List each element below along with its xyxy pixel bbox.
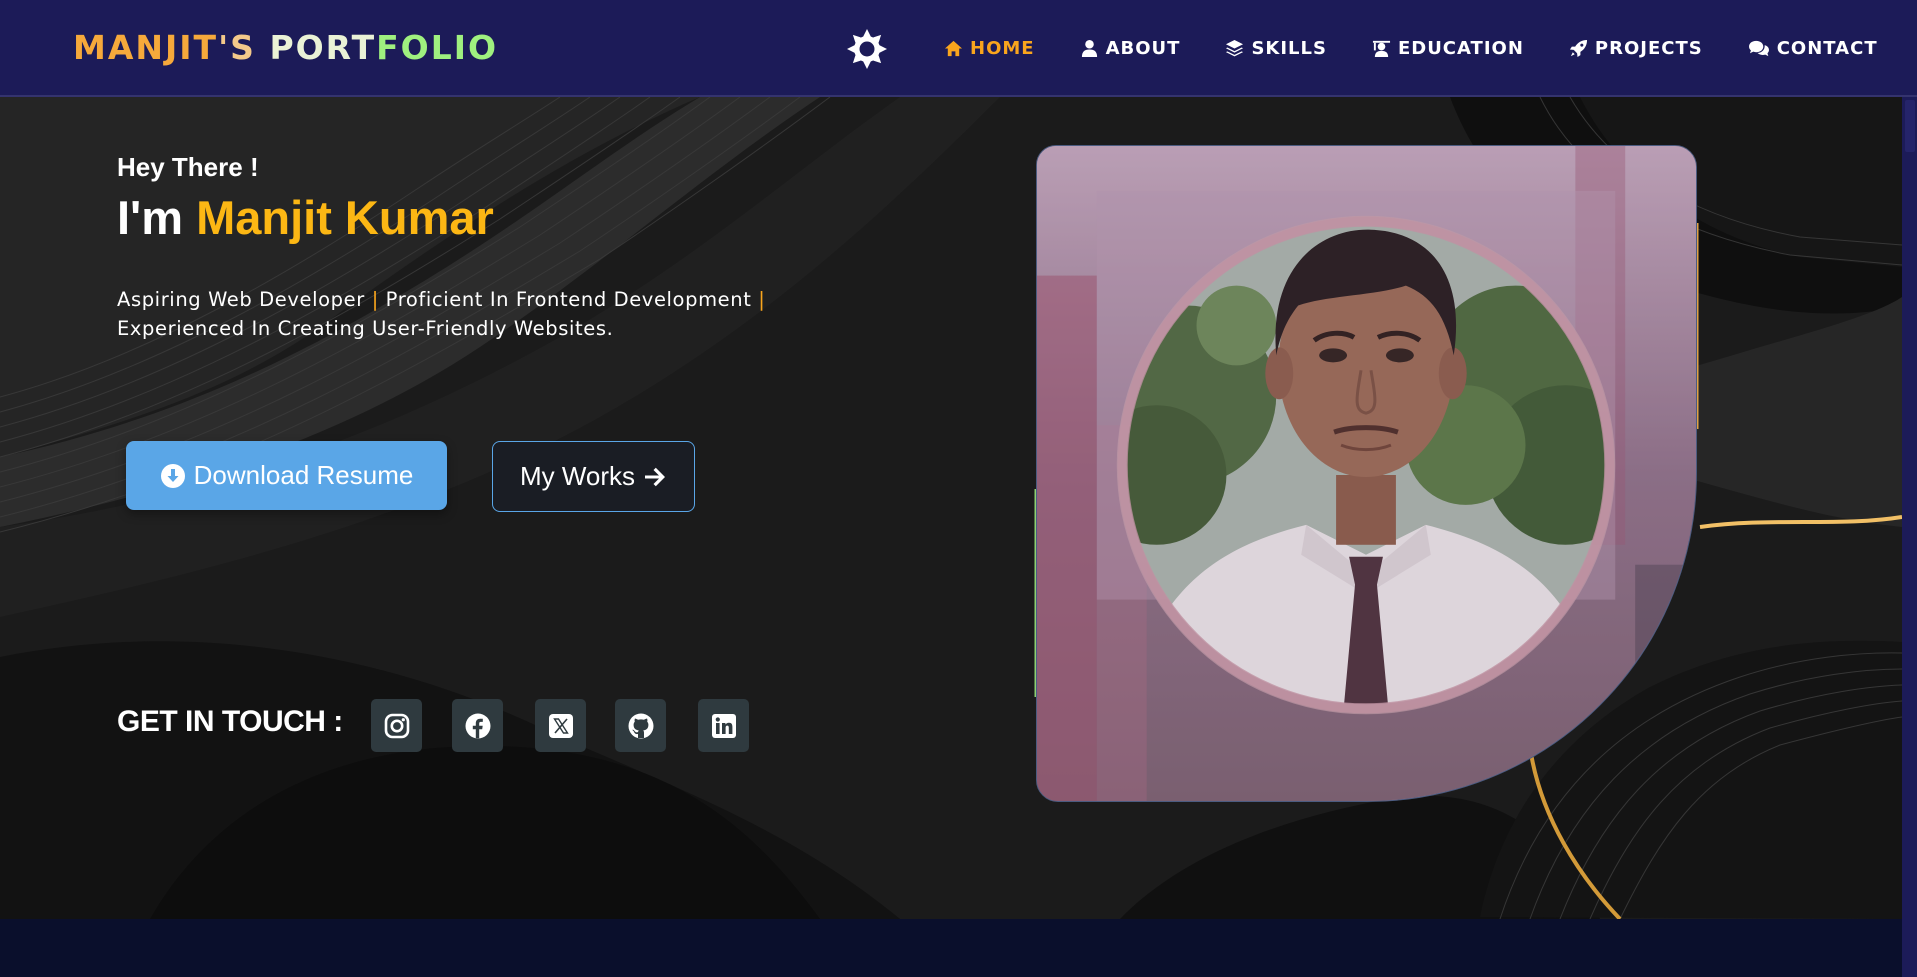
nav-item-contact[interactable]: CONTACT [1748, 38, 1878, 59]
nav-item-label: HOME [970, 38, 1035, 59]
nav-item-label: PROJECTS [1594, 38, 1703, 59]
linkedin-icon [711, 713, 736, 738]
brand-part: MANJIT [73, 28, 219, 67]
brand-logo[interactable]: MANJIT'S PORTFOLIO [73, 28, 498, 67]
nav-item-skills[interactable]: SKILLS [1225, 38, 1327, 59]
nav-item-education[interactable]: EDUCATION [1372, 38, 1524, 59]
next-section-strip [0, 919, 1917, 977]
instagram-icon [384, 713, 409, 738]
scrollbar[interactable] [1902, 97, 1917, 977]
navbar: MANJIT'S PORTFOLIO HOME ABOUT SKILLS EDU… [0, 0, 1917, 97]
nav-item-projects[interactable]: PROJECTS [1569, 38, 1703, 59]
nav-item-home[interactable]: HOME [944, 38, 1035, 59]
download-resume-label: Download Resume [193, 460, 414, 490]
profile-photo-illustration [1037, 146, 1696, 801]
tagline-separator: | [371, 288, 379, 311]
graduation-icon [1372, 40, 1391, 58]
hero-tagline: Aspiring Web Developer | Proficient In F… [117, 285, 837, 343]
nav-links: HOME ABOUT SKILLS EDUCATION PROJECTS CON… [944, 0, 1917, 97]
facebook-link[interactable] [452, 699, 503, 752]
hero-section: Hey There ! I'm Manjit Kumar Aspiring We… [0, 97, 1902, 919]
brand-part: 'S [218, 28, 270, 67]
nav-item-about[interactable]: ABOUT [1080, 38, 1181, 59]
nav-item-label: CONTACT [1776, 38, 1878, 59]
github-icon [628, 713, 653, 738]
x-twitter-icon [548, 713, 573, 738]
brand-part: PORT [269, 28, 377, 67]
tagline-part: Experienced In Creating User-Friendly We… [117, 317, 614, 340]
user-icon [1081, 39, 1097, 58]
brand-part: FOLIO [376, 28, 499, 67]
x-twitter-link[interactable] [535, 699, 586, 752]
nav-item-label: ABOUT [1105, 38, 1181, 59]
name-prefix: I'm [117, 191, 197, 244]
profile-photo [1036, 145, 1697, 802]
scrollbar-thumb[interactable] [1905, 100, 1915, 152]
home-icon [944, 40, 963, 57]
theme-toggle-button[interactable] [846, 28, 888, 70]
linkedin-link[interactable] [698, 699, 749, 752]
my-works-label: My Works [519, 461, 636, 491]
download-circle-icon [160, 463, 185, 488]
my-works-button[interactable]: My Works [492, 441, 695, 512]
github-link[interactable] [615, 699, 666, 752]
nav-item-label: EDUCATION [1397, 38, 1524, 59]
instagram-link[interactable] [371, 699, 422, 752]
tagline-part: Aspiring Web Developer [117, 288, 365, 311]
hero-name: I'm Manjit Kumar [117, 190, 494, 245]
tagline-separator: | [758, 288, 766, 311]
rocket-icon [1569, 39, 1587, 58]
arrow-right-icon [645, 467, 666, 486]
comments-icon [1748, 40, 1769, 57]
get-in-touch-label: GET IN TOUCH : [117, 705, 343, 738]
download-resume-button[interactable]: Download Resume [126, 441, 447, 510]
name-highlight: Manjit Kumar [196, 191, 494, 244]
tagline-part: Proficient In Frontend Development [385, 288, 752, 311]
sun-gear-icon [847, 29, 887, 69]
facebook-icon [465, 713, 490, 738]
hero-greeting: Hey There ! [117, 152, 259, 182]
nav-item-label: SKILLS [1251, 38, 1327, 59]
layers-icon [1226, 39, 1244, 57]
